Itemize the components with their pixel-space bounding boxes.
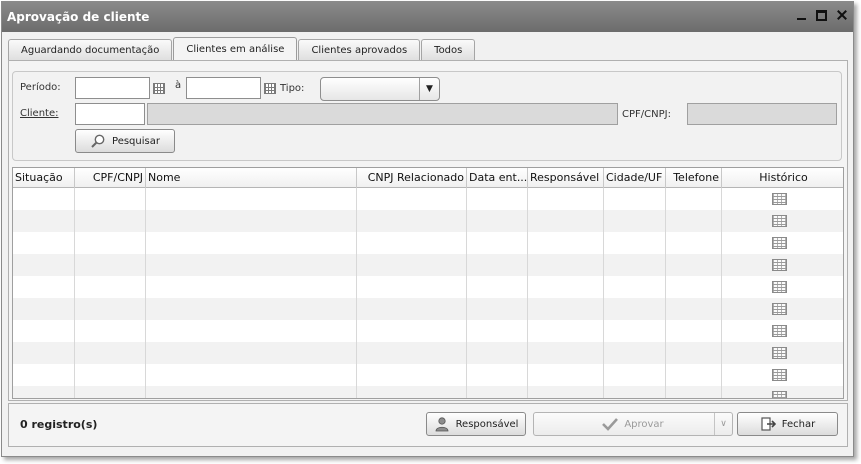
column-header-telefone[interactable]: Telefone — [666, 168, 722, 188]
tab-panel: Período: à Tipo: ▼ Cliente: CPF/CNPJ: Pe… — [8, 60, 848, 401]
column-header-historico[interactable]: Histórico — [722, 168, 843, 188]
column-header-data-entrada[interactable]: Data ent... — [467, 168, 528, 188]
record-count: 0 registro(s) — [20, 418, 98, 431]
cliente-name-field — [147, 103, 618, 125]
table-row[interactable] — [13, 210, 843, 232]
chevron-down-icon[interactable]: ▼ — [419, 78, 439, 100]
calendar-icon[interactable] — [153, 83, 165, 94]
column-divider — [527, 188, 528, 398]
cpf-cnpj-field — [687, 103, 837, 125]
fechar-label: Fechar — [781, 418, 816, 430]
checkmark-icon — [602, 418, 619, 431]
footer-bar: 0 registro(s) Responsável Aprovar ∨ Fech… — [8, 403, 848, 447]
history-icon[interactable] — [772, 369, 787, 381]
history-icon[interactable] — [772, 281, 787, 293]
table-row[interactable] — [13, 188, 843, 210]
periodo-start-input[interactable] — [75, 77, 150, 99]
calendar-icon[interactable] — [264, 83, 276, 94]
history-icon[interactable] — [772, 391, 787, 398]
periodo-separator: à — [175, 80, 182, 91]
magnifier-icon — [91, 134, 105, 148]
column-header-situacao[interactable]: Situação — [13, 168, 75, 188]
window-title: Aprovação de cliente — [7, 10, 150, 24]
tab-clientes-aprovados[interactable]: Clientes aprovados — [298, 39, 421, 61]
tab-strip: Aguardando documentação Clientes em anál… — [8, 37, 476, 61]
history-icon[interactable] — [772, 193, 787, 205]
periodo-label: Período: — [20, 82, 61, 93]
cpf-cnpj-label: CPF/CNPJ: — [622, 109, 671, 120]
column-divider — [721, 188, 722, 398]
responsavel-label: Responsável — [455, 418, 519, 430]
aprovar-label: Aprovar — [624, 418, 664, 430]
column-header-cidade-uf[interactable]: Cidade/UF — [604, 168, 666, 188]
window-controls — [796, 10, 847, 21]
pesquisar-label: Pesquisar — [112, 135, 160, 147]
user-icon — [435, 417, 448, 432]
periodo-end-input[interactable] — [186, 77, 261, 99]
table-row[interactable] — [13, 386, 843, 398]
column-divider — [145, 188, 146, 398]
tipo-select[interactable]: ▼ — [320, 77, 440, 101]
responsavel-button[interactable]: Responsável — [426, 412, 526, 436]
history-icon[interactable] — [772, 347, 787, 359]
column-header-cnpj-relacionado[interactable]: CNPJ Relacionado — [357, 168, 467, 188]
title-bar: Aprovação de cliente — [2, 2, 853, 32]
history-icon[interactable] — [772, 215, 787, 227]
fechar-button[interactable]: Fechar — [737, 412, 838, 436]
table-row[interactable] — [13, 254, 843, 276]
history-icon[interactable] — [772, 237, 787, 249]
column-divider — [356, 188, 357, 398]
chevron-down-icon[interactable]: ∨ — [714, 413, 732, 435]
maximize-icon[interactable] — [816, 10, 827, 21]
column-divider — [603, 188, 604, 398]
history-icon[interactable] — [772, 259, 787, 271]
tab-clientes-em-analise[interactable]: Clientes em análise — [173, 37, 298, 61]
filter-panel: Período: à Tipo: ▼ Cliente: CPF/CNPJ: Pe… — [12, 71, 842, 161]
aprovar-button[interactable]: Aprovar ∨ — [533, 412, 733, 436]
results-grid: Situação CPF/CNPJ Nome CNPJ Relacionado … — [12, 167, 844, 399]
column-divider — [74, 188, 75, 398]
approval-window: Aprovação de cliente Aguardando document… — [1, 1, 854, 457]
grid-header: Situação CPF/CNPJ Nome CNPJ Relacionado … — [13, 168, 843, 188]
column-header-nome[interactable]: Nome — [146, 168, 357, 188]
column-header-responsavel[interactable]: Responsável — [528, 168, 604, 188]
column-divider — [466, 188, 467, 398]
table-row[interactable] — [13, 232, 843, 254]
column-divider — [665, 188, 666, 398]
history-icon[interactable] — [772, 303, 787, 315]
column-header-cpf-cnpj[interactable]: CPF/CNPJ — [75, 168, 146, 188]
table-row[interactable] — [13, 298, 843, 320]
pesquisar-button[interactable]: Pesquisar — [75, 129, 175, 153]
table-row[interactable] — [13, 320, 843, 342]
close-icon[interactable] — [836, 10, 847, 21]
table-row[interactable] — [13, 342, 843, 364]
minimize-icon[interactable] — [796, 10, 807, 21]
table-row[interactable] — [13, 276, 843, 298]
cliente-link[interactable]: Cliente: — [20, 108, 58, 119]
tab-aguardando-documentacao[interactable]: Aguardando documentação — [8, 39, 173, 61]
history-icon[interactable] — [772, 325, 787, 337]
exit-door-icon — [761, 417, 776, 431]
tipo-label: Tipo: — [280, 83, 305, 94]
cliente-code-input[interactable] — [75, 103, 145, 125]
table-row[interactable] — [13, 364, 843, 386]
tab-todos[interactable]: Todos — [421, 39, 476, 61]
